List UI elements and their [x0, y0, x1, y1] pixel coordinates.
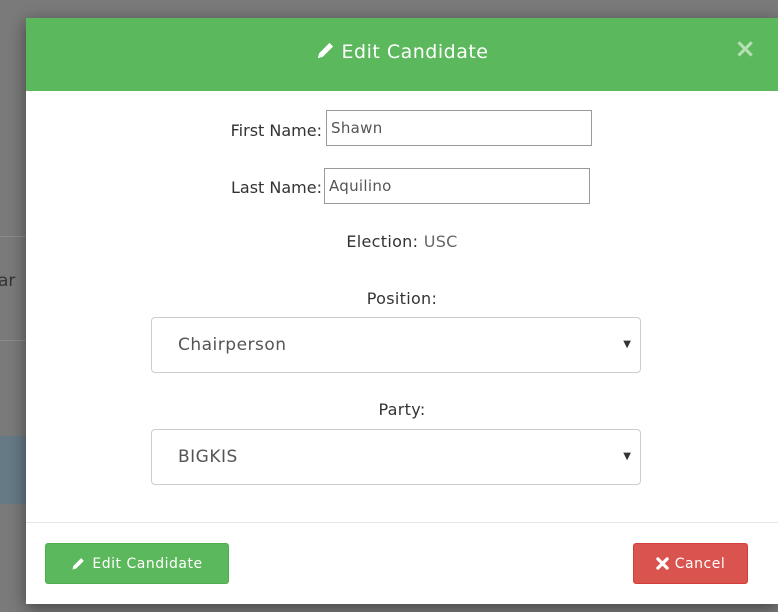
election-row: Election: USC [26, 232, 778, 251]
position-selected-value: Chairperson [178, 335, 287, 355]
pencil-icon [72, 558, 85, 570]
cancel-button[interactable]: Cancel [633, 543, 748, 584]
cancel-button-label: Cancel [674, 555, 726, 572]
background-partial-text: ar [0, 271, 16, 291]
caret-down-icon: ▼ [623, 339, 631, 350]
election-label: Election: [346, 232, 419, 251]
first-name-label: First Name: [230, 121, 322, 140]
caret-down-icon: ▼ [623, 451, 631, 462]
party-select[interactable]: BIGKIS ▼ [151, 429, 641, 485]
edit-candidate-button-label: Edit Candidate [92, 555, 203, 572]
pencil-icon [317, 42, 333, 58]
last-name-input[interactable] [324, 168, 590, 204]
modal-footer: Edit Candidate Cancel [26, 522, 778, 604]
election-value: USC [423, 232, 458, 251]
first-name-input[interactable] [326, 110, 592, 146]
last-name-label: Last Name: [230, 178, 322, 197]
party-selected-value: BIGKIS [178, 447, 238, 467]
edit-candidate-button[interactable]: Edit Candidate [45, 543, 229, 584]
position-select[interactable]: Chairperson ▼ [151, 317, 641, 373]
close-icon[interactable]: × [734, 36, 756, 62]
position-label: Position: [366, 289, 438, 308]
edit-candidate-modal: Edit Candidate × First Name: Last Name: … [26, 18, 778, 604]
modal-title-text: Edit Candidate [341, 41, 489, 63]
modal-header: Edit Candidate × [26, 18, 778, 91]
party-label: Party: [378, 400, 426, 419]
modal-title: Edit Candidate [26, 40, 778, 63]
x-mark-icon [656, 557, 669, 570]
